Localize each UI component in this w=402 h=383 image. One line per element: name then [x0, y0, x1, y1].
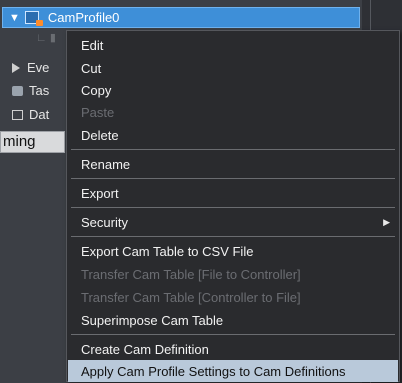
data-trace-icon	[12, 109, 23, 120]
menu-item-superimpose-cam-table[interactable]: Superimpose Cam Table	[68, 309, 398, 331]
menu-item-delete[interactable]: Delete	[68, 124, 398, 146]
tree-item-data[interactable]: Dat	[12, 107, 49, 122]
menu-item-transfer-controller-to-file: Transfer Cam Table [Controller to File]	[81, 289, 301, 305]
context-menu: Edit Cut Copy Paste Delete Rename Export…	[66, 30, 400, 382]
menu-separator	[71, 178, 395, 179]
tree-item-label: Eve	[27, 60, 50, 75]
menu-item-copy[interactable]: Copy	[68, 79, 398, 101]
menu-separator	[71, 207, 395, 208]
expand-arrow-icon[interactable]: ▼	[9, 12, 20, 24]
menu-item-edit[interactable]: Edit	[68, 34, 398, 56]
menu-separator	[71, 149, 395, 150]
menu-item-security[interactable]: Security ▶	[68, 211, 398, 233]
menu-item-cut[interactable]: Cut	[68, 57, 398, 79]
tree-item-label: Dat	[29, 107, 50, 122]
menu-item-export-cam-table-csv[interactable]: Export Cam Table to CSV File	[68, 240, 398, 262]
tree-item-camprofile0[interactable]: ▼ CamProfile0	[2, 7, 360, 28]
menu-item-transfer-file-to-controller: Transfer Cam Table [File to Controller]	[81, 266, 301, 282]
menu-separator	[71, 236, 395, 237]
play-icon	[12, 62, 20, 73]
tree-item-label: CamProfile0	[47, 10, 120, 25]
task-icon	[12, 85, 23, 96]
tab-programming[interactable]: ming	[0, 131, 65, 153]
menu-item-rename[interactable]: Rename	[68, 153, 398, 175]
menu-item-paste: Paste	[81, 104, 115, 120]
tree-item-events[interactable]: Eve	[12, 60, 49, 75]
menu-separator	[71, 334, 395, 335]
cam-profile-icon	[24, 11, 43, 26]
menu-item-create-cam-definition[interactable]: Create Cam Definition	[68, 338, 398, 360]
menu-item-apply-cam-profile-settings[interactable]: Apply Cam Profile Settings to Cam Defini…	[68, 360, 398, 382]
tree-item-label: Tas	[29, 83, 50, 98]
menu-item-export[interactable]: Export	[68, 182, 398, 204]
tree-item-tasks[interactable]: Tas	[12, 83, 49, 98]
submenu-arrow-icon: ▶	[383, 216, 390, 227]
tree-connector-icon: ∟ ▮	[36, 32, 56, 44]
